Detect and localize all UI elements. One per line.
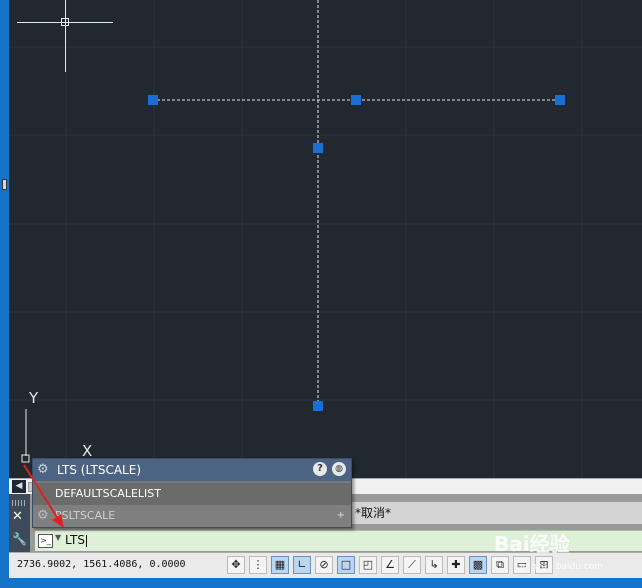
crosshair-vertical xyxy=(65,0,66,72)
autocomplete-list: ⚙ LTS (LTSCALE) ? ◍ DEFAULTSCALELIST ⚙ P… xyxy=(32,458,352,528)
autocomplete-item-label: DEFAULTSCALELIST xyxy=(55,487,161,500)
side-tab[interactable] xyxy=(2,179,7,190)
transparency-icon[interactable]: ▩ xyxy=(469,556,487,574)
object-snap-icon[interactable]: ∠ xyxy=(381,556,399,574)
recent-commands-dropdown-icon[interactable]: ▼ xyxy=(55,533,61,542)
dynamic-input-icon[interactable]: ✚ xyxy=(447,556,465,574)
grip-handle[interactable] xyxy=(351,95,361,105)
gear-icon: ⚙ xyxy=(37,508,49,523)
grid xyxy=(9,0,642,478)
wrench-icon[interactable]: 🔧 xyxy=(12,532,27,546)
close-icon[interactable]: ✕ xyxy=(12,509,23,524)
drawing-canvas[interactable]: Y X xyxy=(9,0,642,478)
model-space-icon[interactable]: ✥ xyxy=(227,556,245,574)
drawing-svg xyxy=(9,0,642,478)
crosshair-pickbox xyxy=(61,18,69,26)
autocomplete-item-label: PSLTSCALE xyxy=(55,509,116,522)
command-input-value: LTS xyxy=(65,533,85,547)
grip-handle[interactable] xyxy=(313,143,323,153)
grip-handle[interactable] xyxy=(555,95,565,105)
ucs-y-label: Y xyxy=(29,389,39,407)
selection-cycling-icon[interactable]: ⧉ xyxy=(491,556,509,574)
history-line: *取消* xyxy=(355,506,392,520)
autocomplete-suggestion-header[interactable]: ⚙ LTS (LTSCALE) ? ◍ xyxy=(33,459,351,481)
coordinate-readout[interactable]: 2736.9002, 1561.4086, 0.0000 xyxy=(17,559,186,570)
lineweight-icon[interactable]: ⟋ xyxy=(403,556,421,574)
isometric-icon[interactable]: □ xyxy=(337,556,355,574)
drag-grip-icon[interactable] xyxy=(12,500,27,506)
expand-icon[interactable]: + xyxy=(337,505,345,527)
grid-snap-icon[interactable]: ⋮ xyxy=(249,556,267,574)
window-left-edge xyxy=(0,0,9,588)
gear-icon: ⚙ xyxy=(37,462,49,477)
dynamic-ucs-icon[interactable]: ↳ xyxy=(425,556,443,574)
command-prompt-icon[interactable]: >_ xyxy=(38,534,53,548)
autocomplete-item[interactable]: DEFAULTSCALELIST xyxy=(33,483,351,505)
polar-tracking-icon[interactable]: ⊘ xyxy=(315,556,333,574)
command-input[interactable]: LTS xyxy=(65,533,87,547)
watermark-url: jingyan.baidu.com xyxy=(520,562,604,572)
command-line-sidebar: ✕ 🔧 xyxy=(9,494,30,552)
text-caret xyxy=(85,534,87,547)
web-search-icon[interactable]: ◍ xyxy=(332,462,346,476)
taskbar-strip xyxy=(0,578,642,588)
grip-handle[interactable] xyxy=(148,95,158,105)
object-snap-tracking-icon[interactable]: ◰ xyxy=(359,556,377,574)
watermark: Bai经验 xyxy=(494,532,570,556)
autocomplete-item[interactable]: ⚙ PSLTSCALE + xyxy=(33,505,351,527)
suggestion-title: LTS (LTSCALE) xyxy=(57,463,141,477)
help-icon[interactable]: ? xyxy=(313,462,327,476)
ortho-mode-icon[interactable]: ∟ xyxy=(293,556,311,574)
grid-display-icon[interactable]: ▦ xyxy=(271,556,289,574)
grip-handle[interactable] xyxy=(313,401,323,411)
scroll-left-arrow-icon[interactable]: ◀ xyxy=(12,480,26,493)
ucs-origin-box xyxy=(21,454,30,463)
